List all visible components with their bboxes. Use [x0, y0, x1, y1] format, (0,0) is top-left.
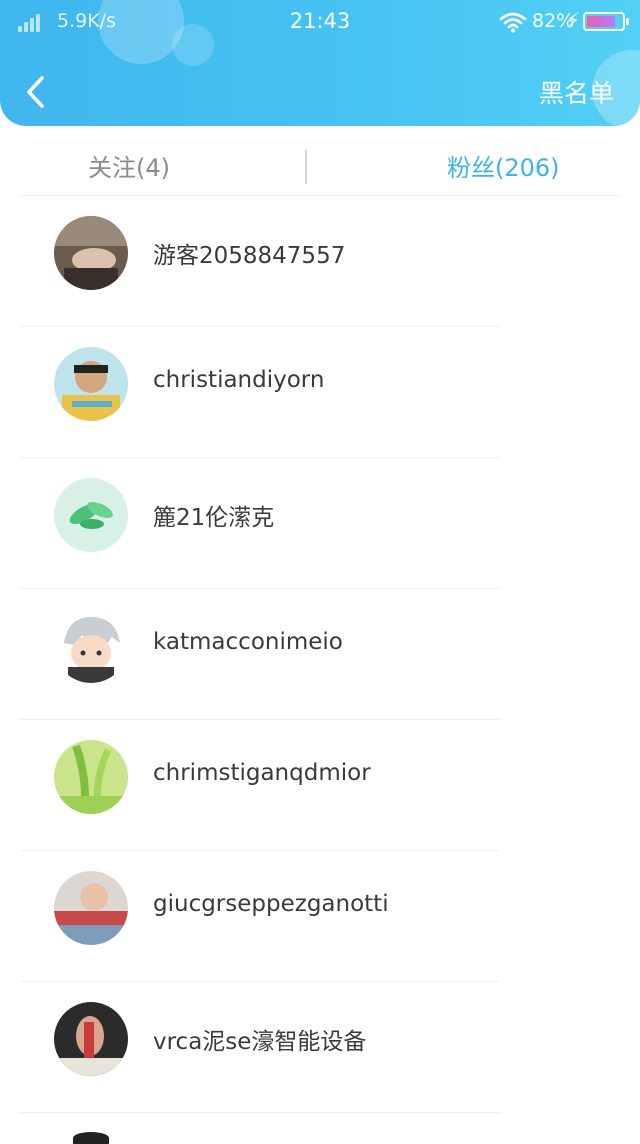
chevron-left-icon — [27, 76, 44, 108]
battery-fill — [587, 16, 615, 27]
user-name: katmacconimeio — [153, 629, 343, 655]
avatar[interactable] — [54, 871, 128, 945]
wifi-icon — [499, 12, 527, 33]
user-name: chrimstiganqdmior — [153, 760, 371, 786]
app-header: 5.9K/s 21:43 82% ⚡ 黑名单 — [0, 0, 640, 126]
tab-bar: 关注(4) 粉丝(206) — [0, 126, 640, 196]
avatar[interactable] — [54, 347, 128, 421]
back-button[interactable] — [20, 70, 54, 114]
avatar[interactable] — [54, 740, 128, 814]
list-item[interactable]: katmacconimeio — [0, 589, 640, 720]
list-item[interactable]: 簏21伦潆克 — [0, 458, 640, 589]
list-item[interactable]: 游客2058847557 — [0, 196, 640, 327]
avatar[interactable] — [54, 216, 128, 290]
user-name: vrca泥se濠智能设备 — [153, 1029, 367, 1055]
user-name: christiandiyorn — [153, 367, 325, 393]
tab-following[interactable]: 关注(4) — [88, 148, 170, 183]
blacklist-button[interactable]: 黑名单 — [539, 74, 614, 110]
list-item[interactable]: vrca泥se濠智能设备 — [0, 982, 640, 1113]
list-item[interactable]: chrimstiganqdmior — [0, 720, 640, 851]
charging-icon: ⚡ — [566, 8, 581, 32]
battery-icon — [583, 12, 629, 31]
tab-fans[interactable]: 粉丝(206) — [447, 148, 560, 183]
avatar[interactable] — [54, 609, 128, 683]
fans-list: 游客2058847557 christiandiyorn 簏21伦潆克 katm… — [0, 196, 640, 1113]
avatar[interactable] — [54, 478, 128, 552]
user-name: 簏21伦潆克 — [153, 505, 275, 531]
avatar[interactable] — [73, 1132, 109, 1144]
list-item[interactable]: christiandiyorn — [0, 327, 640, 458]
divider — [20, 1112, 500, 1113]
avatar[interactable] — [54, 1002, 128, 1076]
tab-divider — [305, 150, 307, 184]
list-item[interactable]: giucgrseppezganotti — [0, 851, 640, 982]
user-name: giucgrseppezganotti — [153, 891, 389, 917]
user-name: 游客2058847557 — [153, 243, 346, 269]
status-bar: 5.9K/s 21:43 82% ⚡ — [0, 0, 640, 44]
